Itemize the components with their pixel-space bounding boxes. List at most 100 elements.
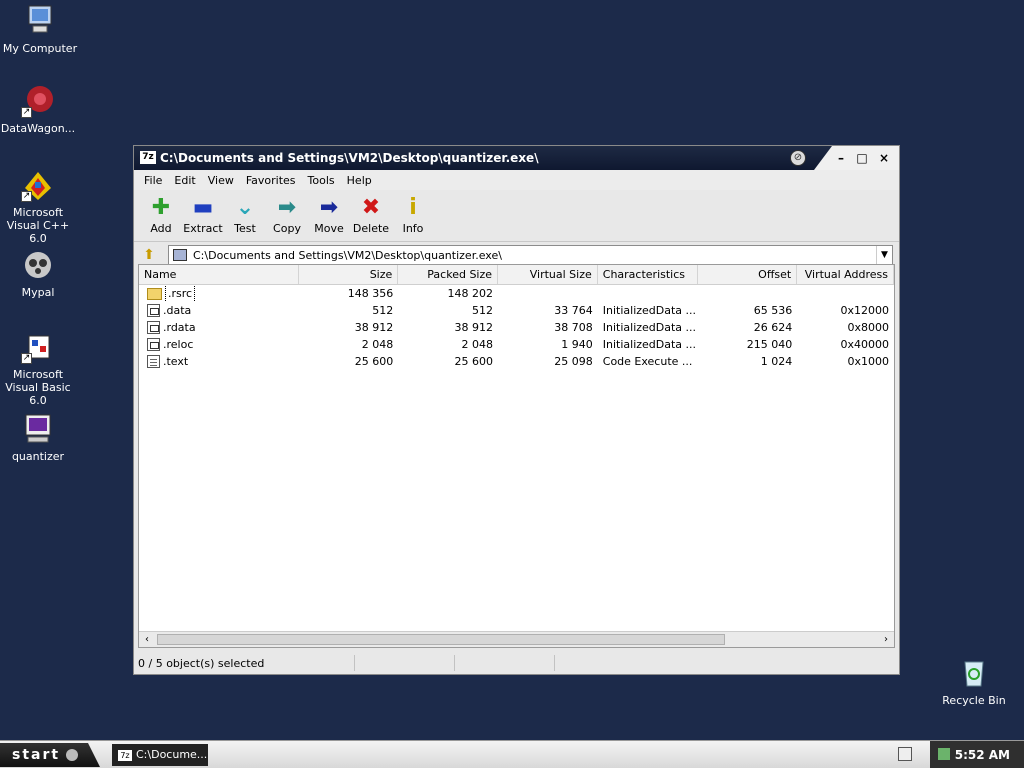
menu-edit[interactable]: Edit (168, 174, 201, 187)
column-offset[interactable]: Offset (698, 265, 798, 284)
app-icon: 7z (140, 151, 156, 164)
address-text: C:\Documents and Settings\VM2\Desktop\qu… (193, 248, 502, 262)
table-row[interactable]: .rsrc 148 356 148 202 (139, 285, 894, 302)
move-arrow-icon: ➡ (319, 195, 339, 220)
start-label: start (12, 747, 61, 763)
info-icon: i (409, 195, 417, 220)
delete-button[interactable]: ✖ Delete (350, 194, 392, 241)
scroll-right-icon[interactable]: › (878, 632, 894, 648)
row-name: .rsrc (165, 285, 196, 302)
desktop-icon-mypal[interactable]: Mypal (0, 248, 78, 299)
menu-tools[interactable]: Tools (302, 174, 341, 187)
desktop-icon-label: Microsoft Visual Basic 6.0 (5, 368, 71, 407)
row-offset: 215 040 (746, 338, 793, 351)
close-button[interactable]: × (876, 150, 892, 166)
row-characteristics: InitializedData ... (602, 321, 697, 334)
move-button[interactable]: ➡ Move (308, 194, 350, 241)
theme-icon[interactable]: ⊘ (790, 150, 806, 166)
binary-file-icon (147, 321, 160, 334)
up-folder-icon[interactable]: ⬆ (140, 246, 158, 264)
info-label: Info (402, 222, 424, 235)
visual-cpp-icon: ↗ (21, 168, 55, 202)
table-row[interactable]: .text 25 600 25 600 25 098 Code Execute … (139, 353, 894, 370)
desktop-icon-recycle-bin[interactable]: Recycle Bin (934, 656, 1014, 707)
column-packed-size[interactable]: Packed Size (398, 265, 499, 284)
desktop-icon-label: Mypal (21, 286, 55, 299)
menu-favorites[interactable]: Favorites (240, 174, 302, 187)
text-file-icon (147, 355, 160, 368)
menu-help[interactable]: Help (341, 174, 378, 187)
row-vsize: 25 098 (554, 355, 593, 368)
computer-icon (23, 4, 57, 38)
scroll-left-icon[interactable]: ‹ (139, 632, 155, 648)
row-vsize: 33 764 (554, 304, 593, 317)
copy-button[interactable]: ➡ Copy (266, 194, 308, 241)
column-headers: Name Size Packed Size Virtual Size Chara… (139, 265, 894, 285)
minimize-button[interactable]: – (833, 150, 849, 166)
file-list: Name Size Packed Size Virtual Size Chara… (138, 264, 895, 648)
clock[interactable]: 5:52 AM (955, 748, 1010, 762)
shortcut-arrow-icon: ↗ (21, 107, 32, 118)
row-name: .rdata (163, 321, 196, 334)
row-size: 2 048 (361, 338, 394, 351)
plus-icon: ✚ (151, 195, 171, 220)
table-row[interactable]: .reloc 2 048 2 048 1 940 InitializedData… (139, 336, 894, 353)
datawagon-icon: ↗ (21, 84, 55, 118)
start-logo-icon (66, 749, 79, 761)
column-name[interactable]: Name (139, 265, 299, 284)
network-icon[interactable] (938, 748, 950, 760)
task-label: C:\Docume... (136, 748, 208, 761)
add-button[interactable]: ✚ Add (140, 194, 182, 241)
status-segment (554, 655, 654, 671)
visual-basic-icon: ↗ (21, 330, 55, 364)
row-packed: 38 912 (454, 321, 494, 334)
system-tray: 5:52 AM (930, 741, 1024, 768)
table-row[interactable]: .data 512 512 33 764 InitializedData ...… (139, 302, 894, 319)
row-size: 512 (372, 304, 394, 317)
desktop-icon-datawagon[interactable]: ↗ DataWagon... (0, 84, 78, 135)
test-label: Test (234, 222, 256, 235)
row-offset: 65 536 (753, 304, 793, 317)
scrollbar-thumb[interactable] (157, 634, 725, 645)
row-vaddr: 0x8000 (847, 321, 889, 334)
mypal-icon (21, 248, 55, 282)
computer-icon (173, 249, 187, 261)
info-button[interactable]: i Info (392, 194, 434, 241)
row-packed: 148 202 (447, 287, 494, 300)
recycle-bin-icon (957, 656, 991, 690)
app-icon: 7z (118, 749, 132, 761)
desktop-icon-label: quantizer (11, 450, 65, 463)
binary-file-icon (147, 338, 160, 351)
table-row[interactable]: .rdata 38 912 38 912 38 708 InitializedD… (139, 319, 894, 336)
shortcut-arrow-icon: ↗ (21, 353, 32, 364)
start-button[interactable]: start (0, 743, 100, 767)
folder-icon (147, 287, 162, 300)
delete-label: Delete (352, 222, 390, 235)
menu-file[interactable]: File (138, 174, 168, 187)
row-vsize: 1 940 (561, 338, 593, 351)
test-button[interactable]: ⌄ Test (224, 194, 266, 241)
column-virtual-size[interactable]: Virtual Size (498, 265, 598, 284)
add-label: Add (150, 222, 172, 235)
row-offset (698, 285, 798, 302)
row-name: .reloc (163, 338, 194, 351)
maximize-button[interactable]: □ (854, 150, 870, 166)
column-characteristics[interactable]: Characteristics (598, 265, 698, 284)
window-titlebar[interactable]: 7z C:\Documents and Settings\VM2\Desktop… (134, 146, 899, 170)
column-virtual-address[interactable]: Virtual Address (797, 265, 894, 284)
address-field[interactable]: C:\Documents and Settings\VM2\Desktop\qu… (168, 245, 893, 265)
row-vaddr: 0x40000 (840, 338, 889, 351)
desktop-icon-my-computer[interactable]: My Computer (0, 4, 80, 55)
extract-button[interactable]: ▬ Extract (182, 194, 224, 241)
chevron-down-icon[interactable]: ▼ (876, 246, 892, 264)
column-size[interactable]: Size (299, 265, 399, 284)
status-segment (454, 655, 554, 671)
keyboard-icon[interactable] (898, 747, 912, 761)
menu-view[interactable]: View (202, 174, 240, 187)
minus-icon: ▬ (192, 195, 214, 220)
desktop-icon-vc6[interactable]: ↗ Microsoft Visual C++ 6.0 (0, 168, 78, 245)
horizontal-scrollbar[interactable]: ‹ › (139, 631, 894, 647)
desktop-icon-vb6[interactable]: ↗ Microsoft Visual Basic 6.0 (0, 330, 78, 407)
taskbar-window-button[interactable]: 7z C:\Docume... (112, 744, 208, 766)
desktop-icon-quantizer[interactable]: quantizer (0, 412, 78, 463)
